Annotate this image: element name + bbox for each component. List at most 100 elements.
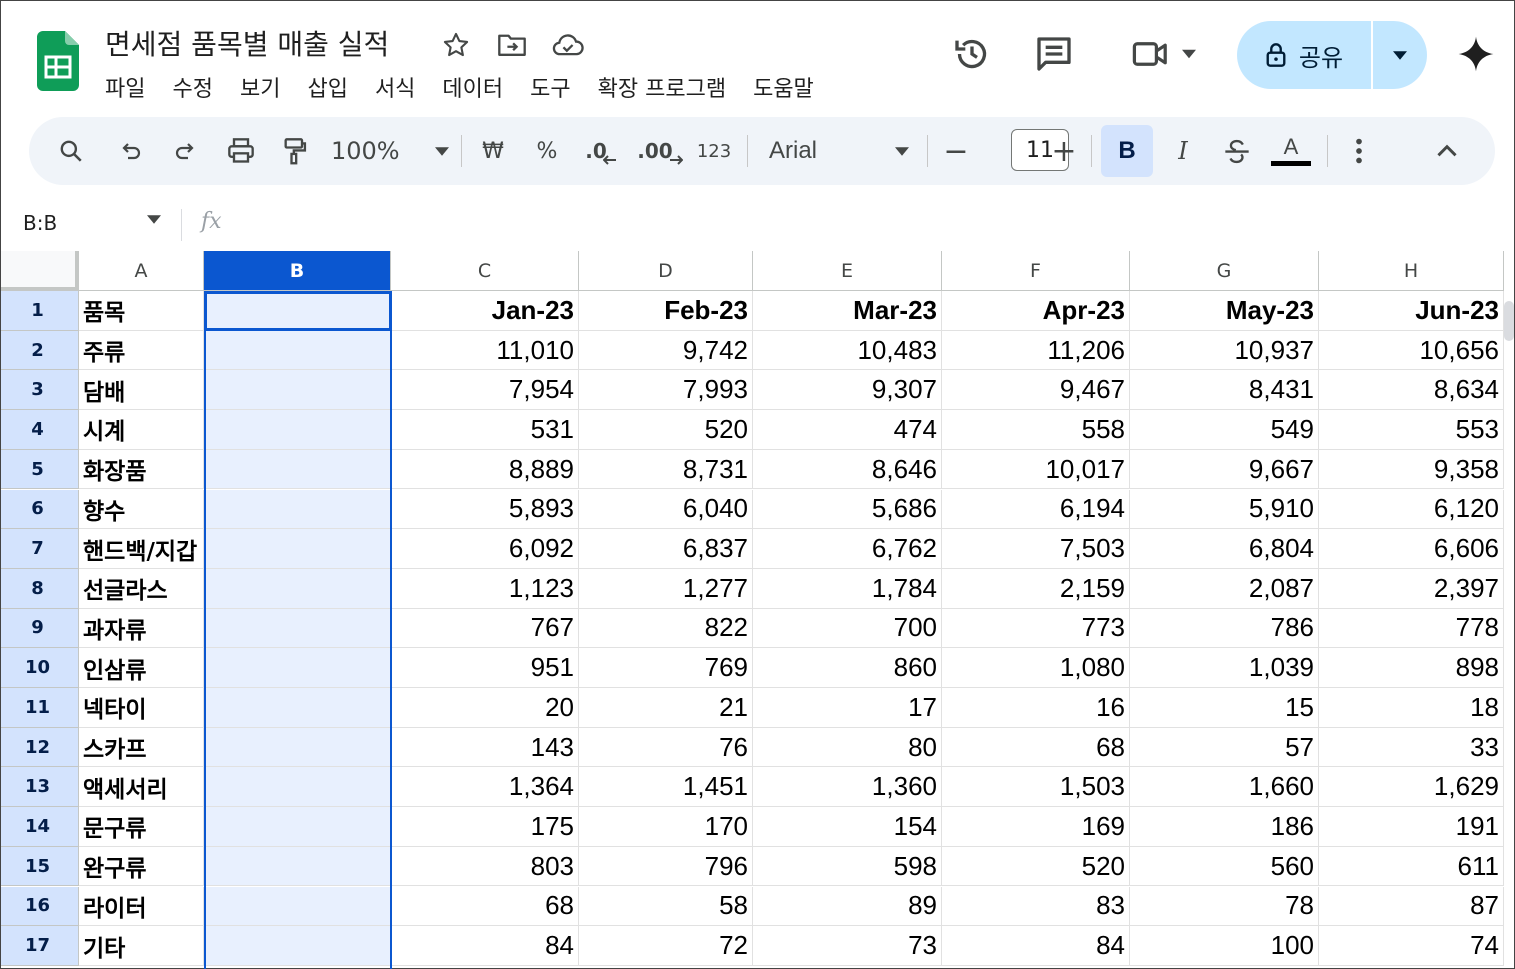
cell-e6[interactable]: 5,686 — [753, 489, 942, 530]
cell-a17[interactable]: 기타 — [79, 926, 204, 966]
column-header-e[interactable]: E — [753, 251, 942, 291]
row-header[interactable]: 1 — [1, 291, 79, 331]
cell-d3[interactable]: 7,993 — [579, 370, 753, 411]
cell-f3[interactable]: 9,467 — [942, 370, 1130, 411]
cell-d8[interactable]: 1,277 — [579, 568, 753, 609]
cell-h16[interactable]: 87 — [1319, 886, 1504, 927]
cell-c17[interactable]: 84 — [391, 926, 579, 966]
cell-e7[interactable]: 6,762 — [753, 529, 942, 569]
cell-f11[interactable]: 16 — [942, 688, 1130, 728]
cloud-saved-icon[interactable] — [551, 29, 585, 61]
cell-c15[interactable]: 803 — [391, 846, 579, 887]
cell-b6[interactable] — [204, 489, 391, 530]
cell-d14[interactable]: 170 — [579, 807, 753, 847]
cell-e11[interactable]: 17 — [753, 688, 942, 728]
meet-call-icon[interactable] — [1123, 31, 1203, 77]
menu-extensions[interactable]: 확장 프로그램 — [598, 71, 726, 103]
cell-c11[interactable]: 20 — [391, 688, 579, 728]
cell-b13[interactable] — [204, 767, 391, 808]
row-header[interactable]: 12 — [1, 727, 79, 768]
zoom-select[interactable]: 100% — [331, 127, 449, 175]
cell-d17[interactable]: 72 — [579, 926, 753, 966]
cell-d5[interactable]: 8,731 — [579, 449, 753, 490]
cell-c1[interactable]: Jan-23 — [391, 291, 579, 331]
cell-b10[interactable] — [204, 648, 391, 688]
strikethrough-icon[interactable] — [1217, 127, 1257, 175]
version-history-icon[interactable] — [949, 31, 995, 77]
cell-g16[interactable]: 78 — [1130, 886, 1319, 927]
paint-format-icon[interactable] — [275, 127, 315, 175]
cell-f1[interactable]: Apr-23 — [942, 291, 1130, 331]
cell-f8[interactable]: 2,159 — [942, 568, 1130, 609]
caret-down-icon[interactable] — [147, 215, 161, 224]
cell-g1[interactable]: May-23 — [1130, 291, 1319, 331]
row-header[interactable]: 6 — [1, 489, 79, 530]
menu-help[interactable]: 도움말 — [753, 71, 814, 103]
cell-f6[interactable]: 6,194 — [942, 489, 1130, 530]
cell-b17[interactable] — [204, 926, 391, 966]
cell-c7[interactable]: 6,092 — [391, 529, 579, 569]
cell-h8[interactable]: 2,397 — [1319, 568, 1504, 609]
cell-e15[interactable]: 598 — [753, 846, 942, 887]
cell-e2[interactable]: 10,483 — [753, 330, 942, 371]
cell-g5[interactable]: 9,667 — [1130, 449, 1319, 490]
cell-d9[interactable]: 822 — [579, 608, 753, 649]
gemini-spark-icon[interactable] — [1453, 31, 1499, 77]
cell-g12[interactable]: 57 — [1130, 727, 1319, 768]
vertical-scrollbar-thumb[interactable] — [1504, 301, 1514, 341]
document-title[interactable]: 면세점 품목별 매출 실적 — [105, 23, 389, 63]
cell-g7[interactable]: 6,804 — [1130, 529, 1319, 569]
cell-c5[interactable]: 8,889 — [391, 449, 579, 490]
cell-g11[interactable]: 15 — [1130, 688, 1319, 728]
cell-e1[interactable]: Mar-23 — [753, 291, 942, 331]
cell-f13[interactable]: 1,503 — [942, 767, 1130, 808]
cell-h10[interactable]: 898 — [1319, 648, 1504, 688]
share-button[interactable]: 공유 — [1237, 21, 1371, 89]
cell-a2[interactable]: 주류 — [79, 330, 204, 371]
row-header[interactable]: 10 — [1, 648, 79, 688]
cell-b15[interactable] — [204, 846, 391, 887]
increase-font-size-button[interactable]: + — [1047, 127, 1081, 175]
cell-a1[interactable]: 품목 — [79, 291, 204, 331]
cell-c3[interactable]: 7,954 — [391, 370, 579, 411]
cell-a12[interactable]: 스카프 — [79, 727, 204, 768]
cell-f7[interactable]: 7,503 — [942, 529, 1130, 569]
cell-f16[interactable]: 83 — [942, 886, 1130, 927]
cell-h7[interactable]: 6,606 — [1319, 529, 1504, 569]
cell-b11[interactable] — [204, 688, 391, 728]
cell-b2[interactable] — [204, 330, 391, 371]
cell-c16[interactable]: 68 — [391, 886, 579, 927]
cell-g2[interactable]: 10,937 — [1130, 330, 1319, 371]
cell-f4[interactable]: 558 — [942, 410, 1130, 450]
menu-file[interactable]: 파일 — [105, 71, 145, 103]
text-color-button[interactable]: A — [1269, 127, 1313, 175]
italic-button[interactable]: I — [1163, 127, 1203, 175]
more-vert-icon[interactable] — [1341, 127, 1377, 175]
cell-d4[interactable]: 520 — [579, 410, 753, 450]
row-header[interactable]: 3 — [1, 370, 79, 411]
column-header-h[interactable]: H — [1319, 251, 1504, 291]
cell-e12[interactable]: 80 — [753, 727, 942, 768]
format-currency-button[interactable]: ₩ — [475, 127, 511, 175]
cell-a15[interactable]: 완구류 — [79, 846, 204, 887]
cell-c4[interactable]: 531 — [391, 410, 579, 450]
column-header-a[interactable]: A — [79, 251, 204, 291]
select-all-corner[interactable] — [1, 251, 79, 291]
cell-a4[interactable]: 시계 — [79, 410, 204, 450]
font-select[interactable]: Arial — [769, 127, 909, 175]
cell-d11[interactable]: 21 — [579, 688, 753, 728]
cell-g8[interactable]: 2,087 — [1130, 568, 1319, 609]
increase-decimal-button[interactable]: .00 — [635, 127, 685, 175]
cell-b3[interactable] — [204, 370, 391, 411]
cell-a6[interactable]: 향수 — [79, 489, 204, 530]
row-header[interactable]: 17 — [1, 926, 79, 966]
menu-insert[interactable]: 삽입 — [307, 71, 347, 103]
cell-g13[interactable]: 1,660 — [1130, 767, 1319, 808]
cell-b4[interactable] — [204, 410, 391, 450]
cell-e16[interactable]: 89 — [753, 886, 942, 927]
format-percent-button[interactable]: % — [529, 127, 565, 175]
cell-c6[interactable]: 5,893 — [391, 489, 579, 530]
cell-g15[interactable]: 560 — [1130, 846, 1319, 887]
cell-h4[interactable]: 553 — [1319, 410, 1504, 450]
column-header-g[interactable]: G — [1130, 251, 1319, 291]
